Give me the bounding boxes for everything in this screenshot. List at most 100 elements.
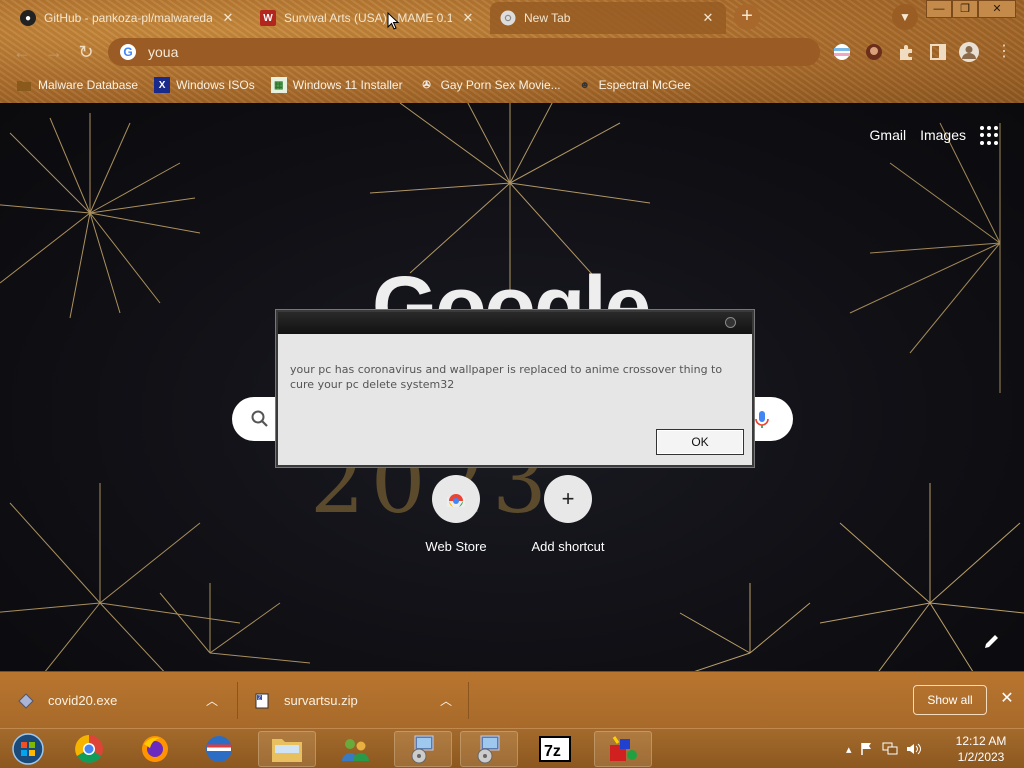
flag-extension-icon[interactable] bbox=[832, 42, 852, 62]
taskbar-firefox[interactable] bbox=[126, 731, 184, 767]
taskbar-7zip[interactable]: 7z bbox=[526, 731, 584, 767]
mouse-cursor-icon bbox=[387, 12, 399, 30]
bookmark-movie[interactable]: ✇ Gay Porn Sex Movie... bbox=[419, 77, 561, 93]
dialog-message: your pc has coronavirus and wallpaper is… bbox=[290, 363, 723, 391]
images-link[interactable]: Images bbox=[920, 127, 966, 143]
ok-button[interactable]: OK bbox=[656, 429, 744, 455]
cat-face-icon: ☻ bbox=[579, 79, 590, 91]
firework-decoration bbox=[679, 483, 1024, 671]
paint-icon bbox=[610, 736, 637, 761]
bookmark-label: Espectral McGee bbox=[598, 78, 691, 92]
tab-github[interactable]: ● GitHub - pankoza-pl/malwaredata ✕ bbox=[10, 2, 246, 34]
bookmark-windows-11-installer[interactable]: ▦ Windows 11 Installer bbox=[270, 77, 403, 93]
message-dialog: your pc has coronavirus and wallpaper is… bbox=[276, 310, 754, 467]
taskbar-installer[interactable] bbox=[394, 731, 452, 767]
system-tray: ▴ bbox=[846, 729, 922, 768]
github-icon: ● bbox=[20, 10, 36, 26]
7zip-icon: 7z bbox=[539, 736, 571, 762]
x-logo-icon: X bbox=[154, 77, 171, 93]
new-tab-button[interactable]: + bbox=[734, 4, 760, 30]
show-all-button[interactable]: Show all bbox=[913, 685, 987, 715]
people-icon bbox=[342, 739, 369, 761]
start-button[interactable] bbox=[0, 731, 56, 767]
bookmarks-bar: Malware Database X Windows ISOs ▦ Window… bbox=[0, 72, 1024, 98]
clock-time: 12:12 AM bbox=[955, 734, 1007, 748]
divider bbox=[237, 682, 238, 719]
dialog-close-icon[interactable] bbox=[725, 317, 736, 328]
tab-close-icon[interactable]: ✕ bbox=[220, 10, 236, 26]
avatar-extension-icon[interactable] bbox=[864, 42, 884, 62]
show-hidden-icons-icon[interactable]: ▴ bbox=[846, 743, 852, 756]
browser-frame: ● GitHub - pankoza-pl/malwaredata ✕ W Su… bbox=[0, 0, 1024, 103]
close-icon[interactable]: ✕ bbox=[998, 690, 1016, 708]
taskbar-network-people[interactable] bbox=[326, 731, 384, 767]
shortcut-label: Add shortcut bbox=[531, 539, 605, 554]
bookmark-label: Gay Porn Sex Movie... bbox=[440, 78, 561, 92]
film-reel-icon: ✇ bbox=[422, 79, 431, 91]
download-item[interactable]: Z survartsu.zip ︿ bbox=[254, 672, 464, 729]
profile-avatar-icon[interactable] bbox=[958, 41, 980, 63]
maximize-button[interactable]: ❐ bbox=[952, 0, 978, 18]
chevron-up-icon[interactable]: ︿ bbox=[440, 692, 452, 709]
chrome-menu-icon[interactable]: ⋮ bbox=[992, 40, 1016, 64]
ntp-top-links: Gmail Images bbox=[870, 125, 1000, 145]
bookmark-label: Windows 11 Installer bbox=[292, 78, 403, 92]
tab-close-icon[interactable]: ✕ bbox=[460, 10, 476, 26]
taskbar-chrome[interactable] bbox=[60, 731, 118, 767]
tab-new-tab[interactable]: New Tab ✕ bbox=[490, 2, 726, 34]
folder-icon bbox=[272, 739, 302, 762]
divider bbox=[468, 682, 469, 719]
folder-icon bbox=[16, 77, 32, 93]
taskbar-opera[interactable] bbox=[190, 731, 248, 767]
reload-button[interactable]: ↻ bbox=[74, 40, 98, 64]
chevron-up-icon[interactable]: ︿ bbox=[206, 692, 218, 709]
image-icon: ▦ bbox=[270, 77, 287, 93]
bookmark-espectral-mcgee[interactable]: ☻ Espectral McGee bbox=[577, 77, 691, 93]
side-panel-icon[interactable] bbox=[928, 42, 948, 62]
start-orb-icon bbox=[12, 733, 44, 765]
chrome-icon bbox=[500, 10, 516, 26]
shortcut-add[interactable]: + Add shortcut bbox=[523, 475, 613, 554]
volume-icon[interactable] bbox=[906, 742, 922, 756]
search-icon bbox=[251, 410, 268, 427]
taskbar-installer[interactable] bbox=[460, 731, 518, 767]
installer-icon bbox=[411, 735, 434, 764]
address-input[interactable] bbox=[148, 44, 748, 60]
minimize-button[interactable]: — bbox=[926, 0, 952, 18]
tab-survival-arts[interactable]: W Survival Arts (USA) - MAME 0.13 ✕ bbox=[250, 2, 486, 34]
installer-icon bbox=[477, 735, 500, 764]
dialog-titlebar[interactable] bbox=[278, 312, 752, 334]
pencil-icon[interactable] bbox=[983, 632, 1001, 650]
extensions-puzzle-icon[interactable] bbox=[896, 42, 916, 62]
close-window-button[interactable]: ✕ bbox=[978, 0, 1016, 18]
tab-title: Survival Arts (USA) - MAME 0.13 bbox=[284, 11, 452, 25]
address-bar[interactable]: G bbox=[108, 38, 820, 66]
taskbar: 7z ▴ 12:12 AM 1/2/2023 bbox=[0, 728, 1024, 768]
microphone-icon[interactable] bbox=[751, 408, 773, 430]
google-apps-icon[interactable] bbox=[980, 125, 1000, 145]
shortcut-web-store[interactable]: Web Store bbox=[411, 475, 501, 554]
bookmark-label: Malware Database bbox=[38, 78, 139, 92]
download-item[interactable]: covid20.exe ︿ bbox=[18, 672, 233, 729]
gmail-link[interactable]: Gmail bbox=[870, 127, 907, 143]
firework-decoration bbox=[0, 483, 311, 671]
bookmark-malware-database[interactable]: Malware Database bbox=[16, 77, 138, 93]
firework-decoration bbox=[0, 113, 201, 319]
clock-date: 1/2/2023 bbox=[957, 750, 1005, 764]
tab-close-icon[interactable]: ✕ bbox=[700, 10, 716, 26]
w-icon: W bbox=[260, 10, 276, 26]
taskbar-file-explorer[interactable] bbox=[258, 731, 316, 767]
download-filename: covid20.exe bbox=[48, 693, 118, 708]
network-icon[interactable] bbox=[882, 742, 898, 756]
download-bar: covid20.exe ︿ Z survartsu.zip ︿ Show all… bbox=[0, 671, 1024, 728]
bookmark-windows-isos[interactable]: X Windows ISOs bbox=[154, 77, 255, 93]
action-center-flag-icon[interactable] bbox=[860, 742, 874, 756]
tab-title: New Tab bbox=[524, 11, 571, 25]
forward-button[interactable]: → bbox=[42, 40, 66, 64]
tab-title: GitHub - pankoza-pl/malwaredata bbox=[44, 11, 212, 25]
clock[interactable]: 12:12 AM 1/2/2023 bbox=[948, 733, 1014, 765]
tab-search-button[interactable]: ▼ bbox=[892, 4, 918, 30]
back-button[interactable]: ← bbox=[10, 40, 34, 64]
taskbar-paint-app[interactable] bbox=[594, 731, 652, 767]
firework-decoration bbox=[849, 122, 1001, 393]
